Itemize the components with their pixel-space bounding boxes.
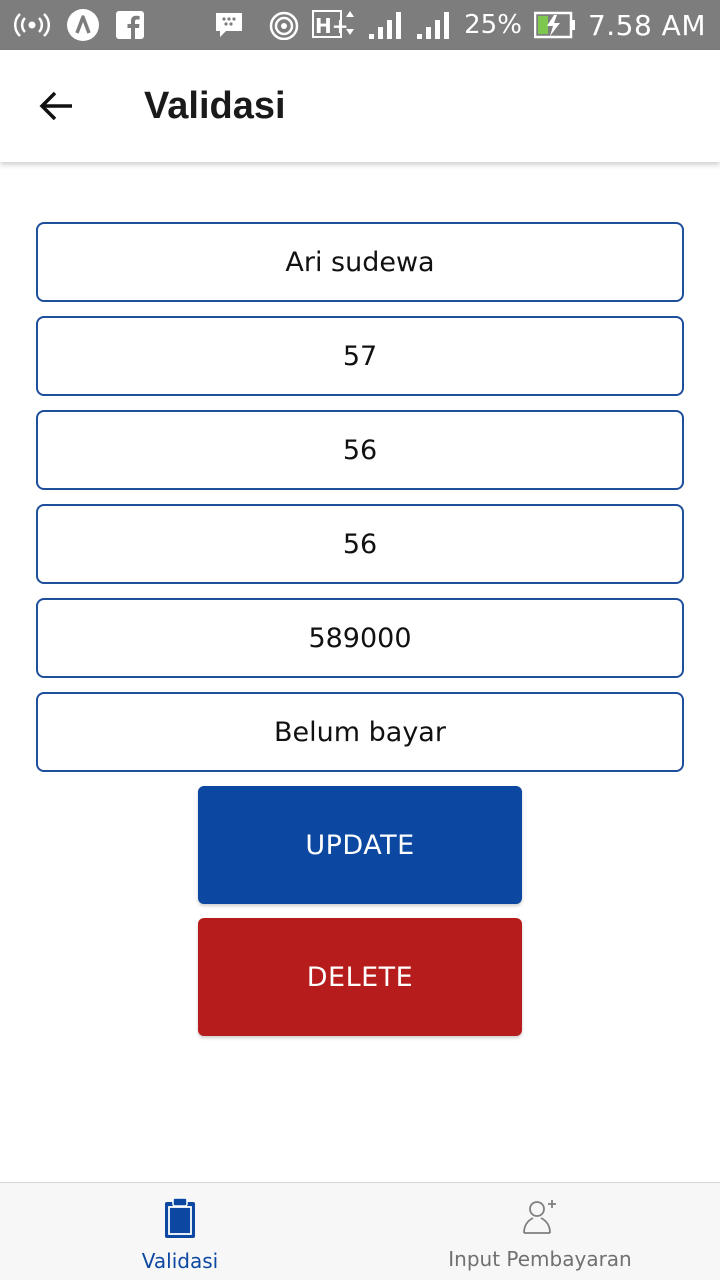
status-field[interactable]: Belum bayar <box>36 692 684 772</box>
battery-percent: 25% <box>464 10 522 40</box>
page-title: Validasi <box>144 84 286 127</box>
bbm-icon <box>214 11 244 39</box>
app-bar: Validasi <box>0 50 720 162</box>
nav-icon <box>66 8 100 42</box>
back-button[interactable] <box>28 78 84 134</box>
svg-text:H+: H+ <box>315 14 349 38</box>
nav-label-validasi: Validasi <box>141 1249 219 1273</box>
add-user-icon <box>523 1200 556 1234</box>
signal-icon <box>368 10 404 40</box>
nav-item-input-pembayaran[interactable]: Input Pembayaran <box>360 1183 720 1280</box>
bottom-navigation: Validasi Input Pembayaran <box>0 1182 720 1280</box>
status-right-icons: H+ 25% 7.58 AM <box>268 9 706 42</box>
validation-form: Ari sudewa 57 56 56 589000 Belum bayar <box>36 222 684 786</box>
update-button[interactable]: UPDATE <box>198 786 522 904</box>
battery-icon <box>533 11 576 39</box>
facebook-icon <box>116 11 144 39</box>
amount-field[interactable]: 589000 <box>36 598 684 678</box>
field-2[interactable]: 57 <box>36 316 684 396</box>
delete-button[interactable]: DELETE <box>198 918 522 1036</box>
name-field[interactable]: Ari sudewa <box>36 222 684 302</box>
clipboard-icon <box>165 1197 195 1238</box>
wifi-icon <box>268 10 300 40</box>
nav-label-input-pembayaran: Input Pembayaran <box>448 1247 632 1271</box>
hotspot-icon <box>14 11 50 39</box>
network-type-icon: H+ <box>312 9 356 41</box>
arrow-left-icon <box>39 91 72 121</box>
status-left-icons <box>14 8 244 42</box>
status-bar: H+ 25% 7.58 AM <box>0 0 720 50</box>
nav-item-validasi[interactable]: Validasi <box>0 1183 360 1280</box>
clock: 7.58 AM <box>587 8 706 42</box>
field-4[interactable]: 56 <box>36 504 684 584</box>
signal-icon-2 <box>416 10 452 40</box>
field-3[interactable]: 56 <box>36 410 684 490</box>
